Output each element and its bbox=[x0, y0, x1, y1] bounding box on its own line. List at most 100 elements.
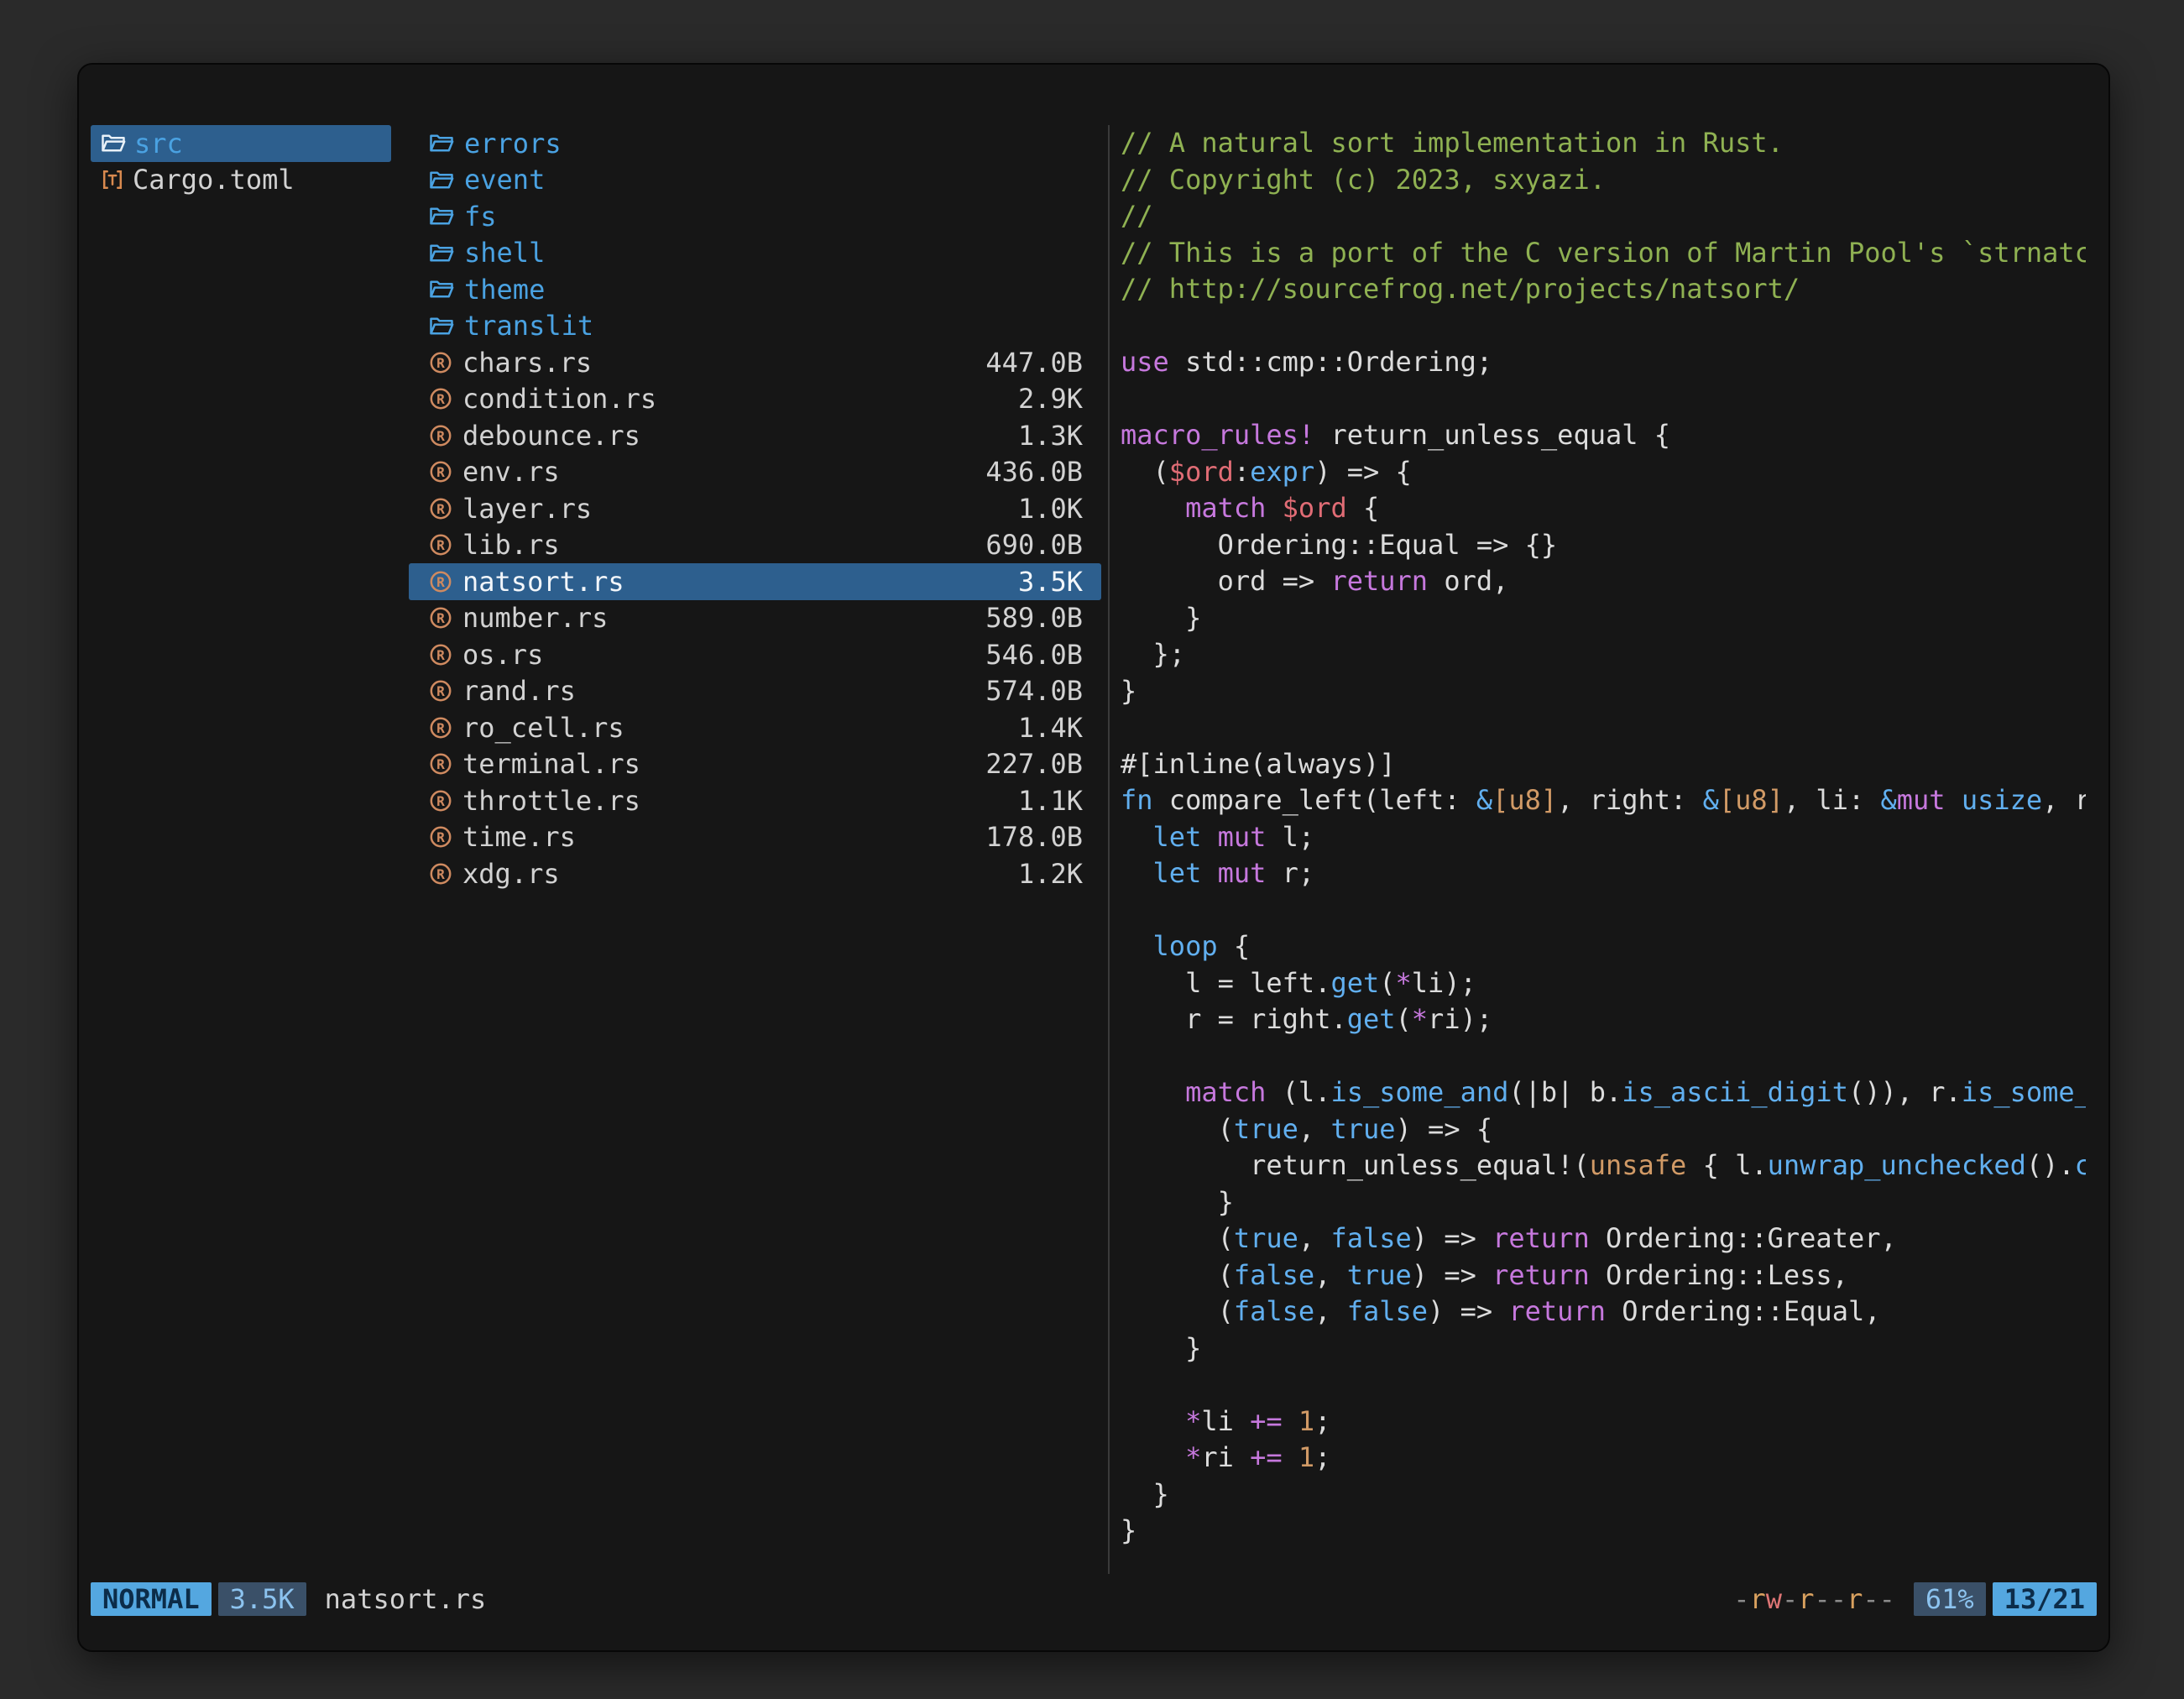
file-name: translit bbox=[464, 310, 593, 342]
svg-text:R: R bbox=[436, 428, 445, 444]
file-name: env.rs bbox=[462, 456, 560, 488]
file-name: rand.rs bbox=[462, 675, 576, 707]
svg-text:R: R bbox=[436, 610, 445, 626]
file-size: 1.0K bbox=[1018, 493, 1083, 525]
file-row[interactable]: Rnatsort.rs3.5K bbox=[409, 563, 1101, 600]
file-name: os.rs bbox=[462, 639, 543, 671]
file-row[interactable]: theme bbox=[409, 271, 1101, 308]
code-line: // bbox=[1121, 198, 2086, 235]
code-line: loop { bbox=[1121, 928, 2086, 965]
svg-text:R: R bbox=[436, 464, 445, 480]
code-line: } bbox=[1121, 600, 2086, 637]
code-line: Ordering::Equal => {} bbox=[1121, 527, 2086, 564]
svg-text:R: R bbox=[436, 720, 445, 736]
rust-file-icon: R bbox=[429, 460, 452, 484]
parent-directory-pane[interactable]: srcCargo.toml bbox=[91, 125, 391, 198]
code-line: (true, false) => return Ordering::Greate… bbox=[1121, 1221, 2086, 1257]
file-row[interactable]: Rrand.rs574.0B bbox=[409, 673, 1101, 710]
code-line: #[inline(always)] bbox=[1121, 746, 2086, 783]
file-name: layer.rs bbox=[462, 493, 592, 525]
file-row[interactable]: Ros.rs 546.0B bbox=[409, 636, 1101, 673]
parent-dir-row[interactable]: Cargo.toml bbox=[91, 162, 391, 199]
svg-text:R: R bbox=[436, 574, 445, 590]
file-preview-pane[interactable]: // A natural sort implementation in Rust… bbox=[1121, 125, 2086, 1581]
current-directory-pane[interactable]: errorsevent fs shell theme translitRchars.rs… bbox=[409, 125, 1101, 892]
file-size: 546.0B bbox=[985, 639, 1083, 671]
parent-dir-row[interactable]: src bbox=[91, 125, 391, 162]
file-size: 1.3K bbox=[1018, 420, 1083, 452]
svg-text:R: R bbox=[436, 683, 445, 699]
rust-file-icon: R bbox=[429, 351, 452, 374]
file-size: 227.0B bbox=[985, 748, 1083, 780]
code-line: use std::cmp::Ordering; bbox=[1121, 344, 2086, 381]
file-size: 690.0B bbox=[985, 529, 1083, 561]
svg-text:R: R bbox=[436, 355, 445, 371]
file-name: xdg.rs bbox=[462, 858, 560, 890]
file-name: event bbox=[464, 164, 545, 196]
svg-text:R: R bbox=[436, 793, 445, 809]
file-size: 3.5K bbox=[1018, 566, 1083, 598]
svg-text:R: R bbox=[436, 537, 445, 553]
code-line bbox=[1121, 709, 2086, 746]
file-size: 436.0B bbox=[985, 456, 1083, 488]
selected-filename: natsort.rs bbox=[325, 1583, 487, 1615]
file-name: fs bbox=[464, 201, 497, 233]
file-size: 1.1K bbox=[1018, 785, 1083, 817]
code-line: ($ord:expr) => { bbox=[1121, 454, 2086, 491]
code-line bbox=[1121, 308, 2086, 345]
file-name: number.rs bbox=[462, 602, 608, 634]
code-line: } bbox=[1121, 673, 2086, 710]
file-row[interactable]: Rnumber.rs 589.0B bbox=[409, 600, 1101, 637]
code-line: macro_rules! return_unless_equal { bbox=[1121, 417, 2086, 454]
file-name: time.rs bbox=[462, 821, 576, 853]
file-name: ro_cell.rs bbox=[462, 712, 624, 744]
file-name: src bbox=[134, 128, 183, 159]
rust-file-icon: R bbox=[429, 752, 452, 776]
file-size: 178.0B bbox=[985, 821, 1083, 853]
file-row[interactable]: Rtime.rs178.0B bbox=[409, 819, 1101, 856]
file-size: 1.4K bbox=[1018, 712, 1083, 744]
rust-file-icon: R bbox=[429, 716, 452, 740]
rust-file-icon: R bbox=[429, 679, 452, 703]
folder-icon bbox=[429, 243, 454, 264]
toml-file-icon bbox=[101, 168, 124, 191]
file-row[interactable]: fs bbox=[409, 198, 1101, 235]
file-row[interactable]: Rthrottle.rs1.1K bbox=[409, 782, 1101, 819]
file-row[interactable]: Rchars.rs447.0B bbox=[409, 344, 1101, 381]
file-name: shell bbox=[464, 237, 545, 269]
code-line: }; bbox=[1121, 636, 2086, 673]
svg-text:R: R bbox=[436, 391, 445, 407]
file-row[interactable]: Rterminal.rs227.0B bbox=[409, 746, 1101, 783]
file-row[interactable]: Rlib.rs690.0B bbox=[409, 527, 1101, 564]
file-row[interactable]: Rdebounce.rs1.3K bbox=[409, 417, 1101, 454]
file-row[interactable]: errors bbox=[409, 125, 1101, 162]
scroll-percent-badge: 61% bbox=[1914, 1582, 1986, 1616]
file-row[interactable]: event bbox=[409, 162, 1101, 199]
folder-icon bbox=[429, 170, 454, 191]
code-line bbox=[1121, 381, 2086, 418]
file-size-badge: 3.5K bbox=[218, 1582, 306, 1616]
svg-text:R: R bbox=[436, 866, 445, 882]
file-size: 447.0B bbox=[985, 347, 1083, 379]
code-line: } bbox=[1121, 1513, 2086, 1550]
file-row[interactable]: Rlayer.rs1.0K bbox=[409, 490, 1101, 527]
code-line: // http://sourcefrog.net/projects/natsor… bbox=[1121, 271, 2086, 308]
code-line: } bbox=[1121, 1477, 2086, 1513]
code-line: } bbox=[1121, 1330, 2086, 1367]
file-row[interactable]: Renv.rs 436.0B bbox=[409, 454, 1101, 491]
rust-file-icon: R bbox=[429, 643, 452, 667]
code-line: // Copyright (c) 2023, sxyazi. bbox=[1121, 162, 2086, 199]
file-row[interactable]: Rcondition.rs2.9K bbox=[409, 381, 1101, 418]
rust-file-icon: R bbox=[429, 606, 452, 630]
file-row[interactable]: translit bbox=[409, 308, 1101, 345]
file-permissions: -rw-r--r-- bbox=[1733, 1583, 1895, 1615]
file-name: theme bbox=[464, 274, 545, 306]
file-row[interactable]: shell bbox=[409, 235, 1101, 272]
cursor-position-badge: 13/21 bbox=[1993, 1582, 2097, 1616]
rust-file-icon: R bbox=[429, 424, 452, 447]
file-size: 589.0B bbox=[985, 602, 1083, 634]
file-row[interactable]: Rro_cell.rs 1.4K bbox=[409, 709, 1101, 746]
code-line: // This is a port of the C version of Ma… bbox=[1121, 235, 2086, 272]
code-line: // A natural sort implementation in Rust… bbox=[1121, 125, 2086, 162]
file-row[interactable]: Rxdg.rs1.2K bbox=[409, 855, 1101, 892]
